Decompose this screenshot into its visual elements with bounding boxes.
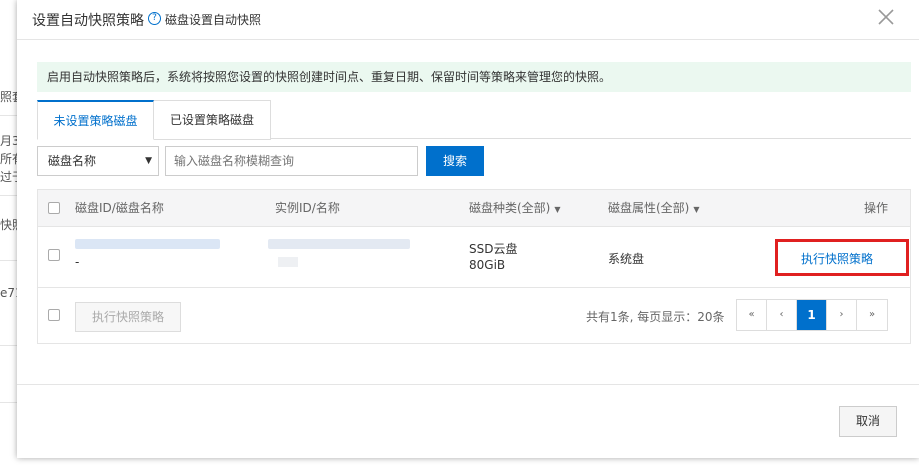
table-footer: 执行快照策略 共有1条, 每页显示：20条 « ‹ 1 › » (38, 288, 910, 344)
close-icon[interactable] (875, 6, 897, 28)
caret-down-icon: ▼ (554, 205, 561, 214)
table-row: - SSD云盘 80GiB 系统盘 执行快照策略 (38, 227, 910, 288)
prev-page-button[interactable]: ‹ (767, 300, 797, 330)
disk-name: - (75, 255, 80, 269)
disk-attribute: 系统盘 (608, 252, 645, 266)
batch-execute-policy-button[interactable]: 执行快照策略 (75, 302, 181, 332)
tab-unset-policy-disks[interactable]: 未设置策略磁盘 (37, 100, 154, 140)
redacted-instance-name (278, 257, 298, 267)
header-disk-attribute: 磁盘属性(全部) (608, 201, 690, 215)
header-action: 操作 (864, 201, 889, 215)
footer-select-all-checkbox[interactable] (48, 309, 60, 321)
page-1-button[interactable]: 1 (797, 300, 827, 330)
background-divider (0, 402, 18, 403)
disk-size: 80GiB (469, 258, 506, 272)
auto-snapshot-dialog: 设置自动快照策略 ? 磁盘设置自动快照 启用自动快照策略后，系统将按照您设置的快… (17, 0, 919, 458)
cancel-button[interactable]: 取消 (839, 406, 897, 437)
redacted-disk-id (75, 239, 220, 249)
disk-table: 磁盘ID/磁盘名称 实例ID/名称 磁盘种类(全部) ▼ 磁盘属性(全部) ▼ 操作… (37, 189, 911, 344)
background-divider (0, 260, 18, 261)
dialog-title: 设置自动快照策略 (32, 13, 144, 29)
last-page-button[interactable]: » (857, 300, 887, 330)
next-page-button[interactable]: › (827, 300, 857, 330)
header-instance: 实例ID/名称 (275, 201, 340, 215)
search-input[interactable] (165, 146, 418, 176)
dialog-header: 设置自动快照策略 ? 磁盘设置自动快照 (17, 0, 919, 40)
search-button[interactable]: 搜索 (426, 146, 484, 176)
header-disk-type-filter[interactable]: 磁盘种类(全部) ▼ (469, 190, 561, 227)
table-header: 磁盘ID/磁盘名称 实例ID/名称 磁盘种类(全部) ▼ 磁盘属性(全部) ▼ 操作 (38, 190, 910, 227)
background-divider (0, 345, 18, 346)
highlight-box: 执行快照策略 (775, 239, 909, 276)
help-link[interactable]: 磁盘设置自动快照 (165, 11, 261, 28)
search-field-select[interactable]: 磁盘名称 ▼ (37, 146, 159, 176)
first-page-button[interactable]: « (737, 300, 767, 330)
background-divider (0, 195, 18, 196)
caret-down-icon: ▼ (693, 205, 700, 214)
tab-set-policy-disks[interactable]: 已设置策略磁盘 (154, 100, 271, 140)
execute-snapshot-policy-link[interactable]: 执行快照策略 (801, 250, 873, 267)
header-disk-type: 磁盘种类(全部) (469, 201, 551, 215)
redacted-instance-id (268, 239, 410, 249)
disk-type: SSD云盘 (469, 242, 518, 256)
pagination: « ‹ 1 › » (736, 299, 888, 331)
info-notice: 启用自动快照策略后，系统将按照您设置的快照创建时间点、重复日期、保留时间等策略来… (37, 62, 911, 92)
dialog-footer: 取消 (17, 384, 919, 458)
background-divider (0, 115, 18, 116)
disk-tabs: 未设置策略磁盘 已设置策略磁盘 (37, 100, 911, 140)
header-disk: 磁盘ID/磁盘名称 (75, 201, 164, 215)
select-value: 磁盘名称 (48, 154, 97, 168)
select-all-checkbox[interactable] (48, 202, 60, 214)
row-checkbox[interactable] (48, 249, 60, 261)
header-disk-attribute-filter[interactable]: 磁盘属性(全部) ▼ (608, 190, 700, 227)
pagination-info: 共有1条, 每页显示：20条 (586, 310, 725, 324)
caret-down-icon: ▼ (145, 156, 152, 166)
question-circle-icon[interactable]: ? (148, 12, 161, 25)
